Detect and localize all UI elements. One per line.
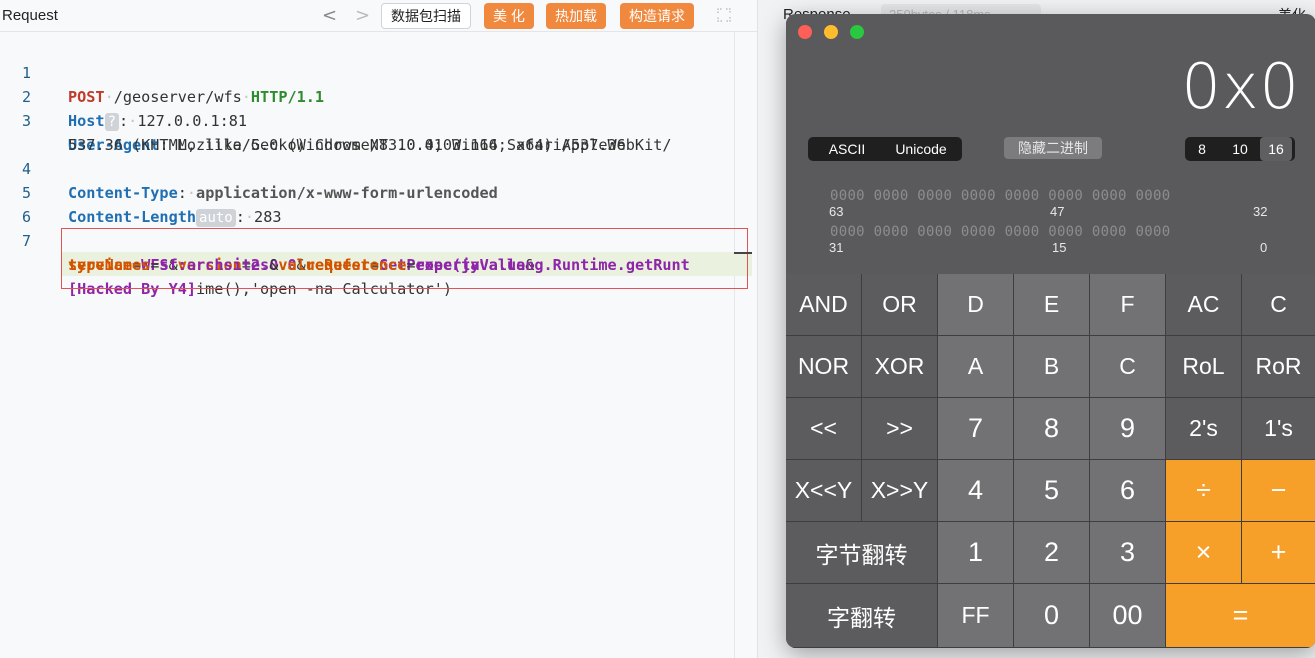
calculator-display-area: 0x0 ASCII Unicode 隐藏二进制 8 10 16 0000 000… (786, 14, 1315, 274)
header-key: Content-Type (68, 184, 178, 202)
ff-key[interactable]: FF (938, 584, 1014, 648)
multiply-key[interactable]: × (1166, 522, 1242, 584)
divide-key[interactable]: ÷ (1166, 460, 1242, 522)
code-line-wrap: 537.36 (KHTML, like Gecko) Chrome/83.0.4… (0, 109, 73, 133)
all-clear-key[interactable]: AC (1166, 274, 1242, 336)
digit-2-key[interactable]: 2 (1014, 522, 1090, 584)
digit-4-key[interactable]: 4 (938, 460, 1014, 522)
c-hex-key[interactable]: C (1090, 336, 1166, 398)
base-selector[interactable]: 8 10 16 (1185, 137, 1295, 161)
http-protocol: HTTP/1.1 (251, 88, 324, 106)
digit-1-key[interactable]: 1 (938, 522, 1014, 584)
rotate-left-key[interactable]: RoL (1166, 336, 1242, 398)
code-line: 1 POST·/geoserver/wfs·HTTP/1.1 (0, 37, 73, 61)
or-key[interactable]: OR (862, 274, 938, 336)
word-flip-key[interactable]: 字翻转 (786, 584, 938, 648)
expand-icon[interactable] (716, 7, 732, 23)
code-line: 6 (0, 181, 73, 205)
rotate-right-key[interactable]: RoR (1242, 336, 1315, 398)
clear-key[interactable]: C (1242, 274, 1315, 336)
bit-label: 47 (1050, 204, 1064, 219)
auto-length-badge[interactable]: auto (196, 209, 236, 227)
base-16-option[interactable]: 16 (1260, 137, 1292, 161)
calculator-display: 0x0 (1181, 50, 1300, 123)
header-key: Host (68, 112, 105, 130)
ascii-option[interactable]: ASCII (812, 137, 882, 161)
base-8-option[interactable]: 8 (1189, 137, 1215, 161)
header-value: 127.0.0.1:81 (137, 112, 247, 130)
digit-9-key[interactable]: 9 (1090, 398, 1166, 460)
host-help-badge[interactable]: ? (105, 113, 119, 131)
shift-left-key[interactable]: << (786, 398, 862, 460)
nor-key[interactable]: NOR (786, 336, 862, 398)
code-line: 3 User-Agent:·Mozilla/5.0 (Windows NT 10… (0, 85, 73, 109)
bit-label: 63 (829, 204, 843, 219)
and-key[interactable]: AND (786, 274, 862, 336)
unicode-option[interactable]: Unicode (884, 137, 958, 161)
construct-request-button[interactable]: 构造请求 (620, 3, 694, 29)
bit-label: 15 (1052, 240, 1066, 255)
f-key[interactable]: F (1090, 274, 1166, 336)
header-value: 283 (254, 208, 281, 226)
d-key[interactable]: D (938, 274, 1014, 336)
editor-divider (734, 32, 735, 658)
forward-arrow-icon[interactable]: > (355, 5, 370, 26)
request-path: /geoserver/wfs (114, 88, 242, 106)
close-icon[interactable] (798, 25, 812, 39)
digit-7-key[interactable]: 7 (938, 398, 1014, 460)
digit-6-key[interactable]: 6 (1090, 460, 1166, 522)
zoom-icon[interactable] (850, 25, 864, 39)
code-line: 2 Host?:·127.0.0.1:81 (0, 61, 73, 85)
header-key: Content-Length (68, 208, 196, 226)
request-toolbar: Request < > 数据包扫描 美 化 热加载 构造请求 (0, 0, 757, 32)
header-value: application/x-www-form-urlencoded (196, 184, 498, 202)
request-panel: Request < > 数据包扫描 美 化 热加载 构造请求 1 POST·/g… (0, 0, 757, 658)
x-shift-right-y-key[interactable]: X>>Y (862, 460, 938, 522)
twos-complement-key[interactable]: 2's (1166, 398, 1242, 460)
back-arrow-icon[interactable]: < (322, 5, 337, 26)
payload-highlight-box (61, 228, 748, 289)
bits-high: 0000 0000 0000 0000 0000 0000 0000 0000 (830, 188, 1170, 204)
http-method: POST (68, 88, 105, 106)
encoding-selector[interactable]: ASCII Unicode (808, 137, 962, 161)
text-cursor (734, 252, 752, 254)
digit-5-key[interactable]: 5 (1014, 460, 1090, 522)
bit-label: 32 (1253, 204, 1267, 219)
digit-3-key[interactable]: 3 (1090, 522, 1166, 584)
digit-0-key[interactable]: 0 (1014, 584, 1090, 648)
a-key[interactable]: A (938, 336, 1014, 398)
ones-complement-key[interactable]: 1's (1242, 398, 1315, 460)
request-title: Request (2, 7, 58, 24)
double-zero-key[interactable]: 00 (1090, 584, 1166, 648)
x-shift-left-y-key[interactable]: X<<Y (786, 460, 862, 522)
b-key[interactable]: B (1014, 336, 1090, 398)
minimize-icon[interactable] (824, 25, 838, 39)
code-line: 7 service=WFS&version=2.0.0&request=GetP… (0, 205, 73, 229)
code-line: 4 Content-Type:·application/x-www-form-u… (0, 133, 73, 157)
e-key[interactable]: E (1014, 274, 1090, 336)
subtract-key[interactable]: − (1242, 460, 1315, 522)
bit-label: 0 (1260, 240, 1267, 255)
add-key[interactable]: + (1242, 522, 1315, 584)
bit-label: 31 (829, 240, 843, 255)
equals-key[interactable]: = (1166, 584, 1315, 648)
xor-key[interactable]: XOR (862, 336, 938, 398)
calculator-window: 0x0 ASCII Unicode 隐藏二进制 8 10 16 0000 000… (786, 14, 1315, 648)
digit-8-key[interactable]: 8 (1014, 398, 1090, 460)
code-line: 5 Content-Lengthauto:·283 (0, 157, 73, 181)
byte-flip-key[interactable]: 字节翻转 (786, 522, 938, 584)
bits-low: 0000 0000 0000 0000 0000 0000 0000 0000 (830, 224, 1170, 240)
base-10-option[interactable]: 10 (1223, 137, 1257, 161)
hot-load-button[interactable]: 热加载 (546, 3, 606, 29)
header-value: 537.36 (KHTML, like Gecko) Chrome/83.0.4… (68, 133, 626, 157)
beautify-button[interactable]: 美 化 (484, 3, 534, 29)
hide-binary-button[interactable]: 隐藏二进制 (1004, 137, 1102, 159)
shift-right-key[interactable]: >> (862, 398, 938, 460)
packet-scan-button[interactable]: 数据包扫描 (381, 3, 471, 29)
